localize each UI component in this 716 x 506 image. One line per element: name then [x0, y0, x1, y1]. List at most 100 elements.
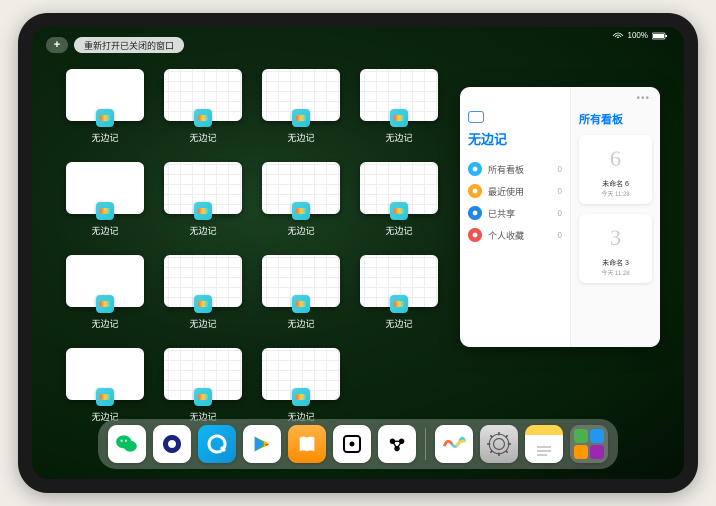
freeform-app-icon — [292, 388, 310, 406]
window-tile[interactable]: 无边记 — [160, 255, 246, 330]
sidebar-item[interactable]: 已共享 0 — [468, 202, 562, 224]
window-tile[interactable]: 无边记 — [62, 162, 148, 237]
window-label: 无边记 — [91, 224, 118, 237]
freeform-app-icon — [292, 109, 310, 127]
dock-app-dice[interactable] — [333, 425, 371, 463]
board-time: 今天 11:28 — [601, 189, 629, 198]
status-bar: 100% — [612, 31, 668, 40]
window-label: 无边记 — [189, 131, 216, 144]
more-icon[interactable]: ••• — [636, 93, 650, 104]
window-thumbnail — [262, 162, 340, 214]
window-thumbnail — [164, 255, 242, 307]
app-expose-grid: 无边记无边记无边记无边记无边记无边记无边记无边记无边记无边记无边记无边记无边记无… — [62, 69, 442, 423]
window-label: 无边记 — [287, 317, 314, 330]
window-thumbnail — [360, 162, 438, 214]
window-label: 无边记 — [189, 224, 216, 237]
window-thumbnail — [66, 69, 144, 121]
dock-app-notes[interactable] — [525, 425, 563, 463]
window-thumbnail — [164, 162, 242, 214]
window-tile[interactable]: 无边记 — [160, 69, 246, 144]
panel-right-title: 所有看板 — [579, 111, 652, 127]
board-card[interactable]: 3未命名 3今天 11:28 — [579, 214, 652, 283]
dock-separator — [425, 428, 426, 460]
board-thumbnail: 3 — [598, 220, 634, 256]
dock-app-wechat[interactable] — [108, 425, 146, 463]
window-thumbnail — [66, 255, 144, 307]
dock-app-freeform[interactable] — [435, 425, 473, 463]
window-tile[interactable]: 无边记 — [258, 162, 344, 237]
freeform-sidebar-panel[interactable]: ••• 无边记 所有看板0最近使用0已共享0个人收藏0 所有看板 6未命名 6今… — [460, 87, 660, 347]
window-tile[interactable]: 无边记 — [258, 69, 344, 144]
window-label: 无边记 — [91, 317, 118, 330]
sidebar-item-label: 个人收藏 — [488, 229, 524, 242]
window-tile[interactable]: 无边记 — [160, 162, 246, 237]
freeform-app-icon — [390, 202, 408, 220]
window-thumbnail — [262, 348, 340, 400]
freeform-app-icon — [292, 295, 310, 313]
sidebar-item-label: 所有看板 — [488, 163, 524, 176]
sidebar-item-count: 0 — [558, 165, 562, 174]
dock-app-warframe[interactable] — [378, 425, 416, 463]
dock-app-books[interactable] — [288, 425, 326, 463]
category-icon — [468, 184, 482, 198]
freeform-app-icon — [390, 295, 408, 313]
window-thumbnail — [164, 69, 242, 121]
window-tile[interactable]: 无边记 — [62, 255, 148, 330]
window-label: 无边记 — [385, 131, 412, 144]
sidebar-item-count: 0 — [558, 231, 562, 240]
window-tile[interactable]: 无边记 — [62, 348, 148, 423]
dock — [98, 419, 618, 469]
window-tile[interactable]: 无边记 — [62, 69, 148, 144]
window-label: 无边记 — [287, 224, 314, 237]
dock-app-quark[interactable] — [153, 425, 191, 463]
window-thumbnail — [66, 348, 144, 400]
window-thumbnail — [360, 69, 438, 121]
sidebar-item[interactable]: 个人收藏 0 — [468, 224, 562, 246]
freeform-app-icon — [194, 109, 212, 127]
reopen-closed-window-button[interactable]: 重新打开已关闭的窗口 — [74, 37, 184, 53]
category-icon — [468, 162, 482, 176]
dock-app-library[interactable] — [570, 425, 608, 463]
sidebar-item-count: 0 — [558, 187, 562, 196]
sidebar-item[interactable]: 最近使用 0 — [468, 180, 562, 202]
dock-app-qqbrowser[interactable] — [198, 425, 236, 463]
new-window-button[interactable]: + — [46, 37, 68, 53]
window-label: 无边记 — [91, 131, 118, 144]
window-thumbnail — [164, 348, 242, 400]
dock-app-play[interactable] — [243, 425, 281, 463]
freeform-app-icon — [96, 388, 114, 406]
category-icon — [468, 228, 482, 242]
screen: 100% + 重新打开已关闭的窗口 无边记无边记无边记无边记无边记无边记无边记无… — [32, 27, 684, 479]
sidebar-item[interactable]: 所有看板 0 — [468, 158, 562, 180]
freeform-app-icon — [390, 109, 408, 127]
freeform-app-icon — [194, 388, 212, 406]
category-icon — [468, 206, 482, 220]
freeform-app-icon — [194, 295, 212, 313]
board-card[interactable]: 6 未命名 6今天 11:28 — [579, 135, 652, 204]
top-bar: + 重新打开已关闭的窗口 — [46, 37, 184, 53]
window-tile[interactable]: 无边记 — [356, 255, 442, 330]
panel-title: 无边记 — [468, 129, 562, 148]
freeform-app-icon — [96, 295, 114, 313]
board-thumbnail: 6 — [598, 141, 634, 177]
window-thumbnail — [66, 162, 144, 214]
board-time: 今天 11:28 — [601, 268, 629, 277]
sidebar-item-count: 0 — [558, 209, 562, 218]
window-label: 无边记 — [287, 131, 314, 144]
freeform-app-icon — [96, 109, 114, 127]
panel-right: 所有看板 6未命名 6今天 11:283未命名 3今天 11:28 — [570, 87, 660, 347]
window-label: 无边记 — [189, 317, 216, 330]
window-tile[interactable]: 无边记 — [356, 69, 442, 144]
sidebar-item-label: 最近使用 — [488, 185, 524, 198]
window-tile[interactable]: 无边记 — [258, 348, 344, 423]
window-thumbnail — [262, 69, 340, 121]
board-name: 未命名 6 — [602, 179, 629, 189]
window-tile[interactable]: 无边记 — [258, 255, 344, 330]
freeform-app-icon — [194, 202, 212, 220]
window-tile[interactable]: 无边记 — [356, 162, 442, 237]
window-tile[interactable]: 无边记 — [160, 348, 246, 423]
window-label: 无边记 — [385, 224, 412, 237]
freeform-app-icon — [292, 202, 310, 220]
sidebar-item-label: 已共享 — [488, 207, 515, 220]
dock-app-settings[interactable] — [480, 425, 518, 463]
